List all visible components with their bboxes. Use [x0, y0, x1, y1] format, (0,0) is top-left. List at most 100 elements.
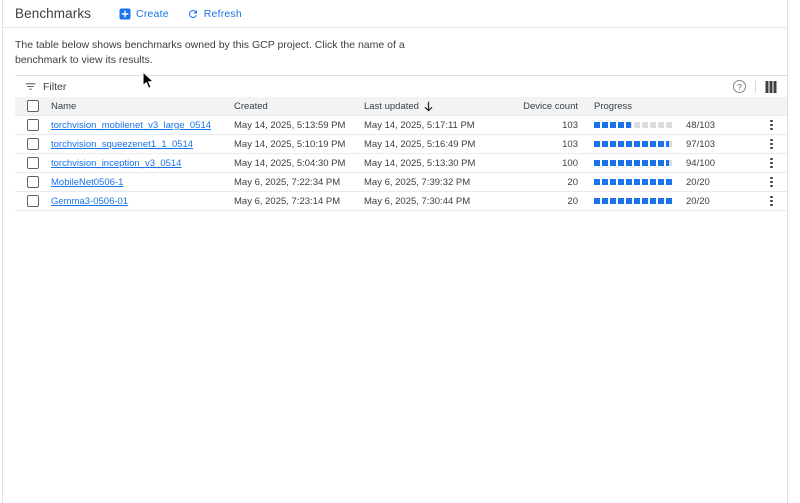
device-count-cell: 20 [505, 177, 578, 188]
row-menu-kebab-icon[interactable] [766, 137, 777, 152]
progress-cell: 20/20 [578, 196, 756, 207]
page-description: The table below shows benchmarks owned b… [15, 38, 420, 68]
progress-bar [594, 122, 674, 128]
table-body: torchvision_mobilenet_v3_large_0514 May … [15, 116, 787, 211]
row-menu-cell [756, 194, 787, 209]
progress-bar [594, 198, 674, 204]
name-cell: MobileNet0506-1 [51, 177, 234, 188]
row-checkbox[interactable] [27, 119, 39, 131]
refresh-button-label: Refresh [204, 8, 242, 20]
benchmarks-table: Filter ? Name Created Last update [15, 75, 787, 211]
column-header-name[interactable]: Name [51, 101, 234, 112]
column-header-device-count[interactable]: Device count [505, 101, 578, 112]
create-button-label: Create [136, 8, 169, 20]
last-updated-cell: May 14, 2025, 5:13:30 PM [364, 158, 505, 169]
table-row: Gemma3-0506-01 May 6, 2025, 7:23:14 PM M… [15, 192, 787, 211]
row-menu-kebab-icon[interactable] [766, 175, 777, 190]
select-all-checkbox[interactable] [27, 100, 39, 112]
row-checkbox[interactable] [27, 176, 39, 188]
name-cell: torchvision_inception_v3_0514 [51, 158, 234, 169]
progress-cell: 20/20 [578, 177, 756, 188]
row-menu-cell [756, 118, 787, 133]
created-cell: May 14, 2025, 5:04:30 PM [234, 158, 364, 169]
progress-label: 20/20 [686, 196, 710, 207]
add-box-icon [119, 8, 131, 20]
table-row: torchvision_mobilenet_v3_large_0514 May … [15, 116, 787, 135]
refresh-icon [187, 8, 199, 20]
column-header-last-updated-label: Last updated [364, 101, 419, 112]
table-header-row: Name Created Last updated Device count P… [15, 97, 787, 116]
name-cell: Gemma3-0506-01 [51, 196, 234, 207]
row-menu-kebab-icon[interactable] [766, 118, 777, 133]
device-count-cell: 100 [505, 158, 578, 169]
column-header-last-updated[interactable]: Last updated [364, 101, 505, 112]
progress-bar-fill [594, 198, 674, 204]
table-row: torchvision_squeezenet1_1_0514 May 14, 2… [15, 135, 787, 154]
progress-cell: 97/103 [578, 139, 756, 150]
created-cell: May 14, 2025, 5:10:19 PM [234, 139, 364, 150]
filter-label: Filter [43, 81, 66, 93]
last-updated-cell: May 6, 2025, 7:30:44 PM [364, 196, 505, 207]
progress-label: 94/100 [686, 158, 715, 169]
progress-bar-fill [594, 179, 674, 185]
row-checkbox-cell [15, 138, 51, 150]
row-checkbox-cell [15, 157, 51, 169]
benchmark-name-link[interactable]: torchvision_inception_v3_0514 [51, 158, 181, 169]
progress-cell: 48/103 [578, 120, 756, 131]
filter-icon [24, 80, 37, 93]
last-updated-cell: May 6, 2025, 7:39:32 PM [364, 177, 505, 188]
header-checkbox-cell [15, 100, 51, 112]
refresh-button[interactable]: Refresh [183, 6, 246, 22]
benchmark-name-link[interactable]: MobileNet0506-1 [51, 177, 123, 188]
progress-label: 48/103 [686, 120, 715, 131]
top-bar: Benchmarks Create Refresh [3, 0, 787, 28]
filter-button[interactable]: Filter [24, 80, 66, 93]
column-header-progress[interactable]: Progress [578, 101, 756, 112]
row-checkbox[interactable] [27, 138, 39, 150]
created-cell: May 6, 2025, 7:23:14 PM [234, 196, 364, 207]
progress-label: 97/103 [686, 139, 715, 150]
created-cell: May 14, 2025, 5:13:59 PM [234, 120, 364, 131]
progress-label: 20/20 [686, 177, 710, 188]
row-checkbox-cell [15, 176, 51, 188]
last-updated-cell: May 14, 2025, 5:17:11 PM [364, 120, 505, 131]
row-checkbox-cell [15, 195, 51, 207]
progress-bar [594, 179, 674, 185]
columns-icon [765, 81, 777, 93]
page-title: Benchmarks [15, 6, 91, 21]
progress-bar-fill [594, 141, 669, 147]
progress-bar [594, 141, 674, 147]
row-menu-kebab-icon[interactable] [766, 194, 777, 209]
row-menu-cell [756, 137, 787, 152]
row-checkbox[interactable] [27, 195, 39, 207]
last-updated-cell: May 14, 2025, 5:16:49 PM [364, 139, 505, 150]
benchmark-name-link[interactable]: torchvision_mobilenet_v3_large_0514 [51, 120, 211, 131]
name-cell: torchvision_mobilenet_v3_large_0514 [51, 120, 234, 131]
column-header-created[interactable]: Created [234, 101, 364, 112]
toolbar-divider [755, 80, 756, 93]
name-cell: torchvision_squeezenet1_1_0514 [51, 139, 234, 150]
table-row: MobileNet0506-1 May 6, 2025, 7:22:34 PM … [15, 173, 787, 192]
benchmark-name-link[interactable]: torchvision_squeezenet1_1_0514 [51, 139, 193, 150]
row-menu-kebab-icon[interactable] [766, 156, 777, 171]
device-count-cell: 103 [505, 120, 578, 131]
progress-cell: 94/100 [578, 158, 756, 169]
sort-desc-icon [423, 101, 434, 112]
benchmarks-page: Benchmarks Create Refresh The table belo… [0, 0, 800, 503]
column-display-button[interactable] [765, 81, 777, 93]
row-checkbox[interactable] [27, 157, 39, 169]
table-row: torchvision_inception_v3_0514 May 14, 20… [15, 154, 787, 173]
progress-bar-fill [594, 122, 631, 128]
progress-bar [594, 160, 674, 166]
row-menu-cell [756, 156, 787, 171]
device-count-cell: 103 [505, 139, 578, 150]
created-cell: May 6, 2025, 7:22:34 PM [234, 177, 364, 188]
content-panel: Benchmarks Create Refresh The table belo… [2, 0, 788, 503]
row-menu-cell [756, 175, 787, 190]
progress-bar-fill [594, 160, 669, 166]
device-count-cell: 20 [505, 196, 578, 207]
table-toolbar: Filter ? [15, 76, 787, 97]
help-icon[interactable]: ? [733, 80, 746, 93]
benchmark-name-link[interactable]: Gemma3-0506-01 [51, 196, 128, 207]
create-button[interactable]: Create [115, 6, 173, 22]
